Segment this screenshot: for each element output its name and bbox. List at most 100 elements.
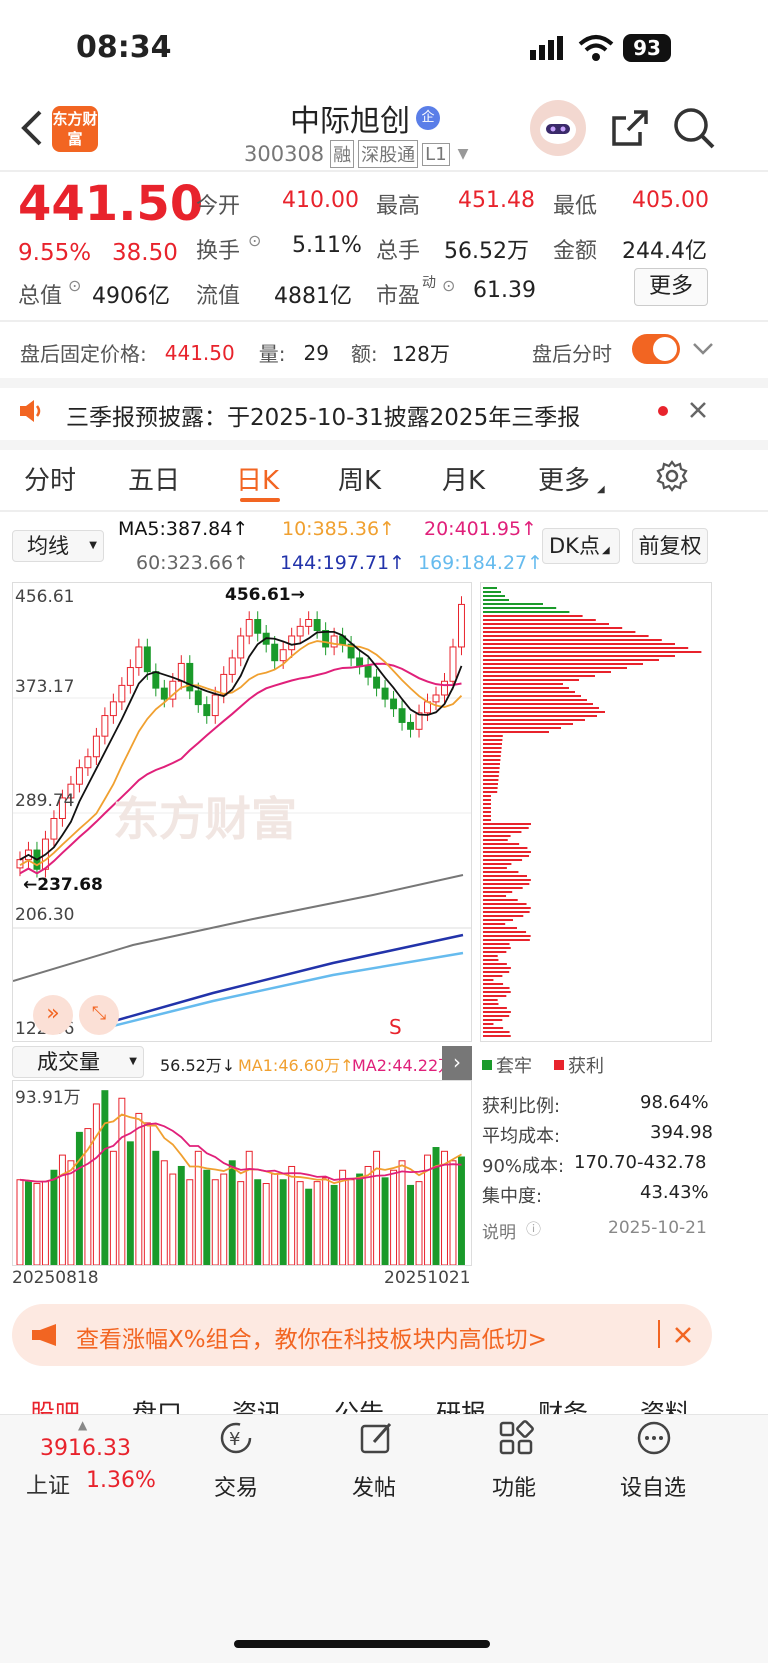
after-vol-value: 29 <box>303 340 329 365</box>
battery-icon: 93 <box>623 34 671 62</box>
chip-bar <box>483 919 514 921</box>
subtab-research[interactable]: 研报 <box>436 1394 486 1414</box>
trade-label[interactable]: 交易 <box>214 1470 258 1502</box>
date-start: 20250818 <box>12 1268 99 1288</box>
chip-bar <box>483 971 510 973</box>
chip-bar <box>483 855 530 857</box>
function-label[interactable]: 功能 <box>492 1470 536 1502</box>
volume-bar <box>177 1165 185 1266</box>
volume-bar <box>58 1154 66 1266</box>
close-icon[interactable] <box>674 1326 692 1348</box>
pe-value: 61.39 <box>473 278 536 303</box>
subtab-finance[interactable]: 财务 <box>538 1394 588 1414</box>
chevron-right-icon[interactable]: › <box>442 1046 472 1080</box>
volume-bar <box>288 1165 296 1266</box>
dk-point-button[interactable]: DK点 ◢ <box>542 528 620 564</box>
tab-daily-k[interactable]: 日K <box>236 460 279 497</box>
chip-bar <box>483 703 593 705</box>
adjust-button[interactable]: 前复权 <box>632 528 708 564</box>
ma-select[interactable]: 均线 ▼ <box>12 530 104 562</box>
max-price-label: 456.61→ <box>225 585 305 605</box>
promo-banner[interactable]: 查看涨幅X%组合，教你在科技板块内高低切> <box>12 1304 712 1366</box>
candle <box>313 619 321 631</box>
post-label[interactable]: 发帖 <box>352 1470 396 1502</box>
search-icon[interactable] <box>672 106 716 154</box>
candle <box>432 694 440 703</box>
indicator-select[interactable]: 成交量 ▼ <box>12 1046 144 1078</box>
tab-timeline[interactable]: 分时 <box>24 460 76 497</box>
candle <box>390 698 398 710</box>
divider <box>0 510 768 512</box>
info-icon[interactable]: ⊙ <box>442 276 455 295</box>
chip-bar <box>483 811 491 813</box>
fullscreen-icon[interactable]: ⤡ <box>79 995 119 1035</box>
watchlist-label[interactable]: 设自选 <box>620 1470 686 1502</box>
back-icon[interactable] <box>18 108 44 152</box>
chip-bar <box>483 815 491 817</box>
chip-bar <box>483 795 491 797</box>
volume-bar <box>441 1150 448 1266</box>
dropdown-icon[interactable]: ▼ <box>458 146 469 162</box>
assistant-avatar[interactable] <box>530 100 586 156</box>
edit-icon[interactable] <box>358 1420 394 1460</box>
volume-bar <box>41 1181 49 1266</box>
apps-icon[interactable] <box>498 1420 534 1460</box>
chip-bar <box>483 747 502 749</box>
index-value[interactable]: 3916.33 <box>40 1436 131 1461</box>
chip-bar <box>483 979 494 981</box>
kline-chart[interactable]: 东方财富 456.61 373.17 289.74 206.30 122.86 … <box>12 582 472 1042</box>
after-timeline-toggle[interactable] <box>632 334 680 364</box>
chip-bar <box>483 999 498 1001</box>
expand-left-icon[interactable]: » <box>33 995 73 1035</box>
chip-bar <box>483 587 497 589</box>
subtab-guba[interactable]: 股吧 <box>30 1394 80 1414</box>
close-icon[interactable] <box>688 400 708 424</box>
tag-level: L1 <box>422 142 450 166</box>
share-icon[interactable] <box>610 108 650 152</box>
index-pct[interactable]: 1.36% <box>86 1468 156 1493</box>
subtab-announce[interactable]: 公告 <box>334 1394 384 1414</box>
index-name[interactable]: 上证 <box>26 1468 70 1500</box>
candle <box>194 690 202 706</box>
chip-bar <box>483 603 543 605</box>
chip-bar <box>483 755 501 757</box>
chip-bar <box>483 763 500 765</box>
chip-bar <box>483 995 507 997</box>
notice-text[interactable]: 三季报预披露：于2025-10-31披露2025年三季报 <box>66 398 580 432</box>
note-label[interactable]: 说明 <box>482 1218 516 1243</box>
candle <box>220 673 228 696</box>
info-icon[interactable]: ⊙ <box>68 276 81 295</box>
high-label: 最高 <box>376 194 421 219</box>
candle <box>203 704 211 717</box>
candle <box>211 694 219 717</box>
subtab-profile[interactable]: 资料 <box>640 1394 690 1414</box>
subtab-orderbook[interactable]: 盘口 <box>132 1394 182 1414</box>
volume-bar <box>415 1181 423 1266</box>
info-icon[interactable]: ⊙ <box>248 231 261 250</box>
chip-bar <box>483 887 523 889</box>
chip-bar <box>483 635 649 637</box>
after-hours-price: 441.50 <box>164 340 235 365</box>
subtab-strip: 股吧 盘口 资讯 公告 研报 财务 资料 <box>0 1386 768 1414</box>
trade-icon[interactable]: ¥ <box>218 1420 254 1460</box>
gear-icon[interactable] <box>656 460 688 496</box>
chip-bar <box>483 891 513 893</box>
open-label: 今开 <box>196 194 241 219</box>
after-vol-label: 量: <box>258 342 286 366</box>
tab-five-day[interactable]: 五日 <box>128 460 180 497</box>
volume-bar <box>262 1183 270 1266</box>
tab-monthly-k[interactable]: 月K <box>442 460 485 497</box>
more-dots-icon[interactable] <box>636 1420 672 1460</box>
chip-bar <box>483 799 491 801</box>
more-button[interactable]: 更多 <box>634 268 708 306</box>
chevron-down-icon[interactable] <box>692 340 714 362</box>
change-pct: 9.55% <box>18 240 92 266</box>
tab-weekly-k[interactable]: 周K <box>338 460 381 497</box>
chip-bar <box>483 827 529 829</box>
chip-bar <box>483 951 507 953</box>
volume-chart[interactable]: 93.91万 <box>12 1080 472 1266</box>
subtab-news[interactable]: 资讯 <box>232 1394 282 1414</box>
info-icon[interactable]: ⓘ <box>526 1218 541 1239</box>
legend-hold: 套牢 <box>496 1056 532 1077</box>
tab-more[interactable]: 更多 <box>538 460 590 497</box>
